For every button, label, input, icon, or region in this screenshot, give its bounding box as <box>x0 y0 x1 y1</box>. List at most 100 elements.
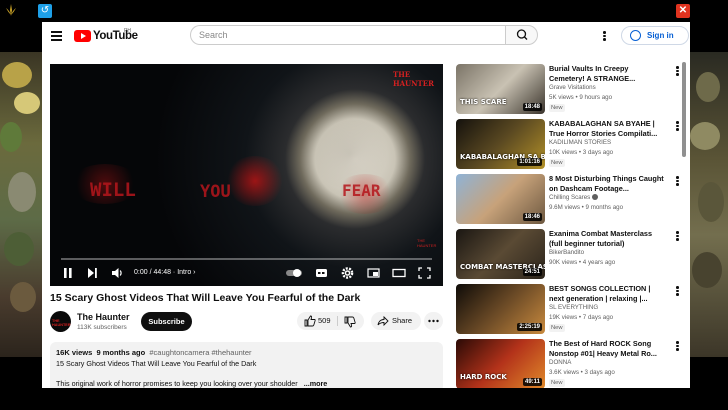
hashtags[interactable]: #caughtoncamera #thehaunter <box>149 348 251 357</box>
background-scene-right <box>690 52 728 357</box>
upload-age: 9 months ago <box>96 348 146 357</box>
recommended-channel[interactable]: Chilling Scares <box>549 194 599 201</box>
video-thumbnail[interactable]: HARD ROCK 49:11 <box>456 339 545 388</box>
pause-icon[interactable] <box>63 266 73 280</box>
like-divider <box>337 316 338 326</box>
video-title: 15 Scary Ghost Videos That Will Leave Yo… <box>50 292 361 304</box>
back-button[interactable]: ↺ <box>38 4 52 18</box>
avatar-text: THE HAUNTER <box>52 319 71 327</box>
recommended-meta: 5K views • 9 hours ago <box>549 94 613 101</box>
video-thumbnail[interactable]: THIS SCARE 18:48 <box>456 64 545 114</box>
recommended-title[interactable]: BEST SONGS COLLECTION | next generation … <box>549 284 664 303</box>
subscribe-button[interactable]: Subscribe <box>141 312 192 331</box>
subscriber-count: 113K subscribers <box>77 324 127 331</box>
video-thumbnail[interactable]: COMBAT MASTERCLASS 24:51 <box>456 229 545 279</box>
player-controls: 0:00 / 44:48 · Intro › <box>50 262 443 284</box>
miniplayer-icon[interactable] <box>367 266 380 280</box>
channel-name[interactable]: The Haunter <box>77 312 130 322</box>
recommended-video[interactable]: KABABALAGHAN SA BYAHE1:01:16KABABALAGHAN… <box>456 119 680 171</box>
recommended-title[interactable]: The Best of Hard ROCK Song Nonstop #01| … <box>549 339 664 358</box>
overlay-text-3: FEAR <box>342 181 381 200</box>
video-thumbnail[interactable]: 18:46 <box>456 174 545 224</box>
video-duration: 1:01:16 <box>517 158 542 166</box>
recommended-channel-name: DONNA <box>549 359 572 366</box>
app-logo-icon <box>6 4 16 16</box>
fullscreen-icon[interactable] <box>418 266 431 280</box>
recommended-video[interactable]: 2:25:19 BEST SONGS COLLECTION | next gene… <box>456 284 680 336</box>
like-dislike-group: 509 <box>297 312 364 330</box>
settings-menu-icon[interactable] <box>603 31 606 41</box>
more-horizontal-icon <box>428 319 439 323</box>
recommended-meta: 90K views • 4 years ago <box>549 259 616 266</box>
show-more-link[interactable]: ...more <box>304 379 328 388</box>
channel-avatar[interactable]: THE HAUNTER <box>50 311 71 332</box>
overlay-text-1: WILL <box>90 179 136 201</box>
dislike-icon[interactable] <box>344 316 356 328</box>
share-button[interactable]: Share <box>371 312 421 330</box>
masthead: YouTube PH Search Sign in <box>42 22 690 49</box>
sign-in-label: Sign in <box>647 31 674 40</box>
settings-gear-icon[interactable] <box>341 266 354 280</box>
more-actions-button[interactable] <box>424 312 443 330</box>
recommended-channel[interactable]: DONNA <box>549 359 571 366</box>
new-badge: New <box>549 324 565 332</box>
video-player[interactable]: WILL YOU FEAR THE HAUNTER THE HAUNTER 0:… <box>50 64 443 286</box>
recommended-channel-name: Chilling Scares <box>549 194 591 201</box>
recommended-meta: 19K views • 7 days ago <box>549 314 614 321</box>
captions-icon[interactable] <box>315 266 328 280</box>
sign-in-button[interactable]: Sign in <box>621 26 689 45</box>
description-meta: 16K views 9 months ago #caughtoncamera #… <box>56 348 252 357</box>
background-scene-left <box>0 52 42 357</box>
recommended-menu-icon[interactable] <box>676 286 679 296</box>
recommended-video[interactable]: THIS SCARE 18:48 Burial Vaults In Creepy C… <box>456 64 680 116</box>
volume-icon[interactable] <box>111 266 124 280</box>
scrollbar-thumb[interactable] <box>682 62 686 157</box>
window-titlebar: ↺ ✕ <box>0 0 728 22</box>
recommended-channel[interactable]: SL EVERYTHING <box>549 304 598 311</box>
recommended-title[interactable]: 8 Most Disturbing Things Caught on Dashc… <box>549 174 664 193</box>
recommended-channel[interactable]: BikerBandito <box>549 249 584 256</box>
video-duration: 24:51 <box>522 268 542 276</box>
video-thumbnail[interactable]: KABABALAGHAN SA BYAHE1:01:16 <box>456 119 545 169</box>
video-thumbnail[interactable]: 2:25:19 <box>456 284 545 334</box>
progress-bar[interactable] <box>61 258 432 260</box>
recommended-menu-icon[interactable] <box>676 121 679 131</box>
recommended-video[interactable]: HARD ROCK 49:11 The Best of Hard ROCK Song… <box>456 339 680 388</box>
search-button[interactable] <box>505 25 538 45</box>
verified-icon <box>592 194 599 201</box>
recommended-menu-icon[interactable] <box>676 176 679 186</box>
recommended-channel-name: KADILIMAN STORIES <box>549 139 612 146</box>
new-badge: New <box>549 379 565 387</box>
recommended-title[interactable]: Exanima Combat Masterclass (full beginne… <box>549 229 664 248</box>
recommended-menu-icon[interactable] <box>676 341 679 351</box>
red-glow <box>225 156 285 206</box>
recommended-menu-icon[interactable] <box>676 66 679 76</box>
region-code: PH <box>124 28 131 34</box>
autoplay-toggle[interactable] <box>285 266 303 280</box>
video-watermark: THE HAUNTER <box>393 70 434 88</box>
menu-icon[interactable] <box>51 31 62 41</box>
like-icon[interactable] <box>304 315 316 327</box>
close-button[interactable]: ✕ <box>676 4 690 18</box>
recommended-meta: 10K views • 3 days ago <box>549 149 614 156</box>
recommended-menu-icon[interactable] <box>676 231 679 241</box>
window-bottom-bar <box>0 388 728 410</box>
description-line-2-text: This original work of horror promises to… <box>56 379 298 388</box>
recommended-title[interactable]: Burial Vaults In Creepy Cemetery! A STRA… <box>549 64 664 83</box>
video-watermark-small: THE HAUNTER <box>417 238 437 248</box>
recommended-channel[interactable]: Grave Visitations <box>549 84 596 91</box>
recommended-video[interactable]: 18:46 8 Most Disturbing Things Caught on … <box>456 174 680 226</box>
recommended-title[interactable]: KABABALAGHAN SA BYAHE | True Horror Stor… <box>549 119 664 138</box>
recommended-video[interactable]: COMBAT MASTERCLASS 24:51 Exanima Combat Ma… <box>456 229 680 281</box>
theater-mode-icon[interactable] <box>392 266 406 280</box>
description-line-1: 15 Scary Ghost Videos That Will Leave Yo… <box>56 359 257 368</box>
thumbnail-caption: HARD ROCK <box>460 373 507 381</box>
recommended-channel[interactable]: KADILIMAN STORIES <box>549 139 611 146</box>
time-display: 0:00 / 44:48 · Intro › <box>134 269 196 276</box>
recommended-channel-name: Grave Visitations <box>549 84 596 91</box>
next-icon[interactable] <box>87 266 98 280</box>
description-box[interactable]: 16K views 9 months ago #caughtoncamera #… <box>50 342 443 388</box>
chapter-title[interactable]: Intro <box>177 269 191 276</box>
search-input[interactable]: Search <box>190 25 505 45</box>
new-badge: New <box>549 159 565 167</box>
